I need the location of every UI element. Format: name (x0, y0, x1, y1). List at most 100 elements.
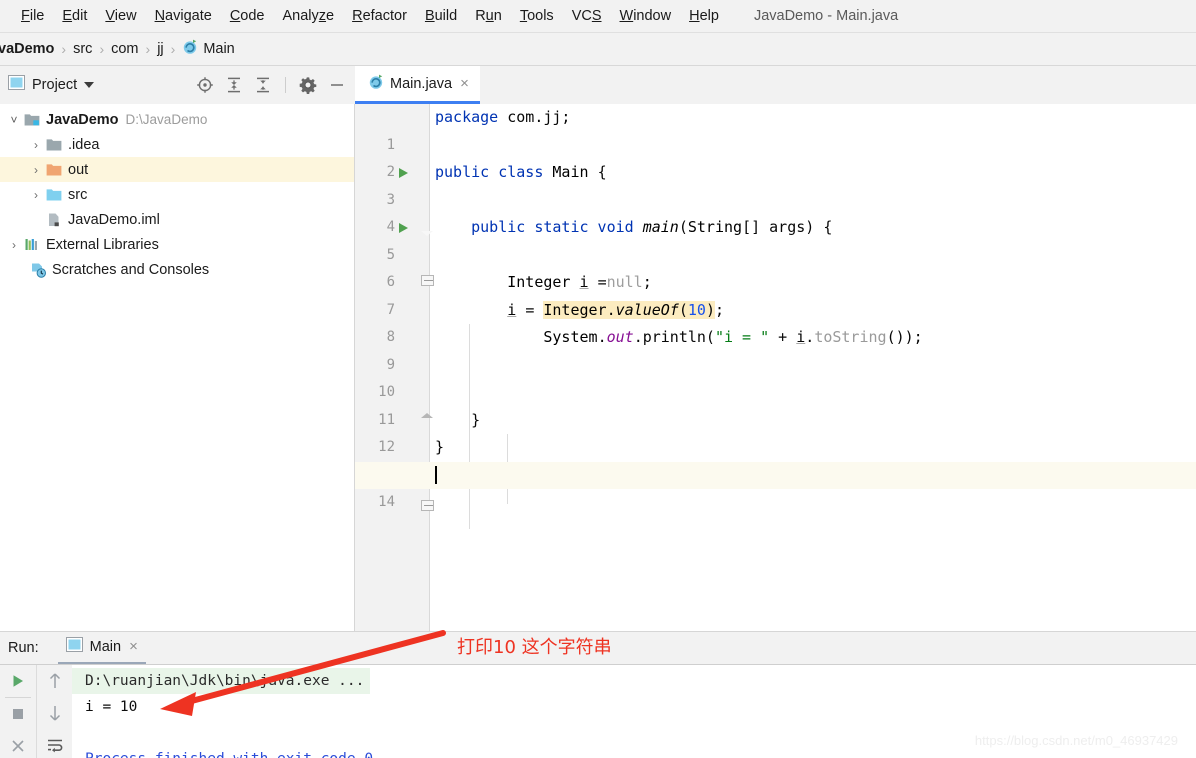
line-content: System.out.println("i = " + i.toString()… (543, 328, 923, 346)
menu-item-refactor[interactable]: Refactor (343, 6, 416, 26)
editor-line: 13 } (355, 434, 1196, 483)
editor-line: 1 package com.jj; (355, 104, 1196, 153)
line-number: 14 (378, 494, 395, 510)
tree-node-out[interactable]: › out (0, 157, 354, 182)
run-tab-label: Main (89, 638, 122, 655)
code-editor[interactable]: 1 package com.jj; 2 3 public class Main … (355, 104, 1196, 631)
tree-node-scratches[interactable]: Scratches and Consoles (0, 257, 354, 282)
console-command: D:\ruanjian\Jdk\bin\java.exe ... (72, 668, 371, 694)
folder-orange-icon (44, 162, 64, 177)
close-icon[interactable]: × (460, 76, 469, 91)
collapse-all-icon[interactable] (253, 75, 273, 95)
soft-wrap-button[interactable] (37, 729, 73, 758)
editor-line: 11 (355, 379, 1196, 428)
line-content: Integer i =null; (507, 273, 652, 291)
editor-line-current: 14 (355, 461, 1196, 510)
scroll-up-button[interactable] (37, 665, 73, 697)
breadcrumb-item-src[interactable]: src (73, 41, 92, 57)
rerun-button[interactable] (0, 665, 36, 697)
menu-item-vcs[interactable]: VCS (563, 6, 611, 26)
menu-item-tools[interactable]: Tools (511, 6, 563, 26)
editor-tab-label: Main.java (390, 75, 453, 92)
settings-gear-icon[interactable] (298, 75, 318, 95)
fold-region-end-icon[interactable] (421, 412, 434, 511)
chevron-right-icon[interactable]: › (28, 188, 44, 202)
tree-node-label: JavaDemo.iml (68, 211, 160, 228)
menu-item-analyze[interactable]: Analyze (274, 6, 344, 26)
project-folder-icon (22, 112, 42, 127)
menu-item-help[interactable]: Help (680, 6, 728, 26)
editor-line: 9 System.out.println("i = " + i.toString… (355, 324, 1196, 373)
line-content: public class Main { (435, 163, 607, 181)
breadcrumb-separator: › (61, 41, 67, 57)
menu-item-window[interactable]: Window (611, 6, 681, 26)
hide-panel-icon[interactable] (327, 75, 347, 95)
fold-region-start-icon[interactable] (421, 220, 434, 286)
chevron-right-icon[interactable]: › (28, 138, 44, 152)
java-class-icon (368, 74, 384, 94)
editor-line: 2 (355, 132, 1196, 180)
run-toolbar-right (36, 665, 72, 758)
breadcrumb-separator: › (99, 41, 105, 57)
tree-node-label: src (68, 186, 88, 203)
tree-node-external-libraries[interactable]: › External Libraries (0, 232, 354, 257)
editor-tab-bar: Main.java × (355, 66, 1196, 104)
libraries-icon (22, 237, 42, 252)
menu-item-edit[interactable]: Edit (53, 6, 96, 26)
menu-item-view[interactable]: View (96, 6, 145, 26)
chevron-down-icon[interactable]: ˅ (6, 113, 22, 127)
chevron-down-icon[interactable] (84, 82, 95, 88)
run-gutter-icon[interactable] (399, 168, 408, 178)
pin-button[interactable] (0, 730, 36, 758)
run-config-icon (65, 636, 83, 658)
chevron-right-icon[interactable]: › (28, 163, 44, 177)
menu-item-code[interactable]: Code (221, 6, 274, 26)
tree-node-label: Scratches and Consoles (52, 261, 210, 278)
menu-item-file[interactable]: File (12, 6, 53, 26)
menu-item-build[interactable]: Build (416, 6, 466, 26)
tree-node-iml[interactable]: JavaDemo.iml (0, 207, 354, 232)
editor-line: 12 } (355, 407, 1196, 511)
iml-file-icon (44, 212, 64, 228)
tree-node-idea[interactable]: › .idea (0, 132, 354, 157)
toolbar-divider (285, 77, 286, 93)
expand-all-icon[interactable] (224, 75, 244, 95)
project-tree[interactable]: ˅ JavaDemo D:\JavaDemo › .idea › out › s… (0, 104, 355, 631)
menu-item-navigate[interactable]: Navigate (146, 6, 221, 26)
breadcrumb-item-project[interactable]: vaDemo (0, 41, 54, 57)
breadcrumb-item-jj[interactable]: jj (157, 41, 163, 57)
run-toolbar-left (0, 665, 36, 758)
scroll-down-button[interactable] (37, 697, 73, 729)
breadcrumb-item-main[interactable]: Main (203, 41, 234, 57)
editor-tab-main-java[interactable]: Main.java × (355, 66, 480, 104)
breadcrumb: vaDemo › src › com › jj › Main (0, 33, 1196, 66)
editor-line: 6 (355, 242, 1196, 290)
breadcrumb-separator: › (170, 41, 176, 57)
tree-node-label: .idea (68, 136, 100, 153)
menu-bar: File Edit View Navigate Code Analyze Ref… (0, 0, 1196, 33)
locate-icon[interactable] (195, 75, 215, 95)
project-panel-toolbar (195, 75, 347, 95)
tree-node-src[interactable]: › src (0, 182, 354, 207)
tree-node-javademo[interactable]: ˅ JavaDemo D:\JavaDemo (0, 107, 354, 132)
editor-line: 5 public static void main(String[] args)… (355, 214, 1196, 286)
tree-node-label: External Libraries (46, 236, 159, 253)
run-gutter-icon[interactable] (399, 223, 408, 233)
line-content: public static void main(String[] args) { (471, 218, 833, 236)
watermark: https://blog.csdn.net/m0_46937429 (974, 733, 1178, 748)
ide-window: File Edit View Navigate Code Analyze Ref… (0, 0, 1196, 758)
line-content: i = Integer.valueOf(10); (507, 300, 724, 319)
project-panel-header: Project (0, 66, 355, 104)
close-icon[interactable]: × (129, 639, 138, 654)
project-window-icon (8, 74, 25, 96)
stop-button[interactable] (0, 698, 36, 730)
editor-line: 10 (355, 352, 1196, 400)
console-command-row: D:\ruanjian\Jdk\bin\java.exe ... (72, 668, 1196, 694)
tree-node-path: D:\JavaDemo (125, 112, 208, 127)
menu-item-run[interactable]: Run (466, 6, 511, 26)
run-tab-main[interactable]: Main × (57, 632, 146, 665)
folder-gray-icon (44, 137, 64, 152)
chevron-right-icon[interactable]: › (6, 238, 22, 252)
breadcrumb-item-com[interactable]: com (111, 41, 138, 57)
line-content: } (435, 410, 481, 429)
